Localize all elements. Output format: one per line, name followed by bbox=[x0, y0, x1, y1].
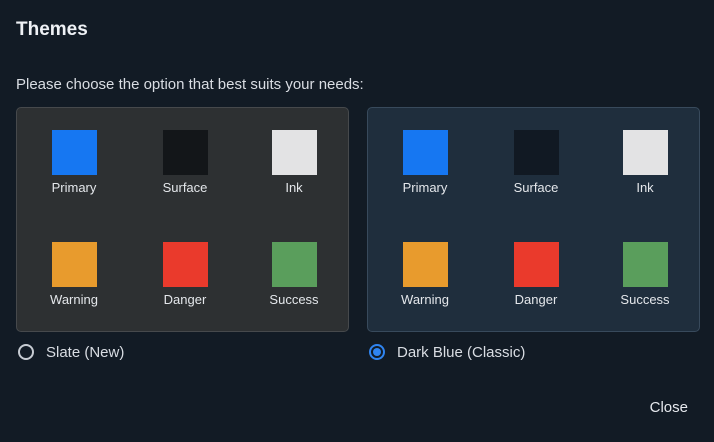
theme-option-label: Dark Blue (Classic) bbox=[397, 343, 526, 361]
swatch-primary-color bbox=[51, 130, 97, 175]
swatch-ink: Ink bbox=[249, 130, 339, 195]
swatch-primary-label: Primary bbox=[51, 180, 97, 195]
swatch-surface-color bbox=[162, 130, 208, 175]
swatch-danger: Danger bbox=[140, 242, 230, 307]
swatch-surface: Surface bbox=[140, 130, 230, 195]
swatch-ink: Ink bbox=[600, 130, 690, 195]
swatch-warning: Warning bbox=[380, 242, 470, 307]
swatch-ink-label: Ink bbox=[285, 180, 303, 195]
themes-dialog: Themes Please choose the option that bes… bbox=[0, 0, 714, 442]
swatch-ink-label: Ink bbox=[636, 180, 654, 195]
dialog-prompt: Please choose the option that best suits… bbox=[16, 76, 364, 93]
swatch-success: Success bbox=[249, 242, 339, 307]
swatch-success-label: Success bbox=[269, 292, 319, 307]
swatch-warning-label: Warning bbox=[50, 292, 98, 307]
theme-option-dark-blue[interactable]: Dark Blue (Classic) bbox=[369, 342, 525, 362]
swatch-primary-label: Primary bbox=[402, 180, 448, 195]
swatch-ink-color bbox=[271, 130, 317, 175]
swatch-primary: Primary bbox=[29, 130, 119, 195]
swatch-danger-color bbox=[162, 242, 208, 287]
swatch-surface-color bbox=[513, 130, 559, 175]
swatch-ink-color bbox=[622, 130, 668, 175]
swatch-primary: Primary bbox=[380, 130, 470, 195]
close-button[interactable]: Close bbox=[650, 399, 688, 416]
theme-option-label: Slate (New) bbox=[46, 343, 125, 361]
radio-unselected-icon[interactable] bbox=[18, 344, 34, 360]
swatch-warning: Warning bbox=[29, 242, 119, 307]
swatch-success-color bbox=[271, 242, 317, 287]
swatch-danger-color bbox=[513, 242, 559, 287]
dialog-title: Themes bbox=[16, 19, 88, 40]
swatch-warning-label: Warning bbox=[401, 292, 449, 307]
theme-option-slate[interactable]: Slate (New) bbox=[18, 342, 124, 362]
theme-card-dark-blue[interactable]: Primary Surface Ink Warning Danger Succe… bbox=[367, 107, 700, 332]
swatch-surface-label: Surface bbox=[162, 180, 208, 195]
swatch-warning-color bbox=[402, 242, 448, 287]
theme-card-slate[interactable]: Primary Surface Ink Warning Danger Succe… bbox=[16, 107, 349, 332]
swatch-danger-label: Danger bbox=[514, 292, 558, 307]
swatch-success-color bbox=[622, 242, 668, 287]
swatch-warning-color bbox=[51, 242, 97, 287]
swatch-danger-label: Danger bbox=[163, 292, 207, 307]
swatch-surface: Surface bbox=[491, 130, 581, 195]
swatch-success: Success bbox=[600, 242, 690, 307]
radio-selected-icon[interactable] bbox=[369, 344, 385, 360]
swatch-surface-label: Surface bbox=[513, 180, 559, 195]
swatch-primary-color bbox=[402, 130, 448, 175]
swatch-danger: Danger bbox=[491, 242, 581, 307]
swatch-success-label: Success bbox=[620, 292, 670, 307]
